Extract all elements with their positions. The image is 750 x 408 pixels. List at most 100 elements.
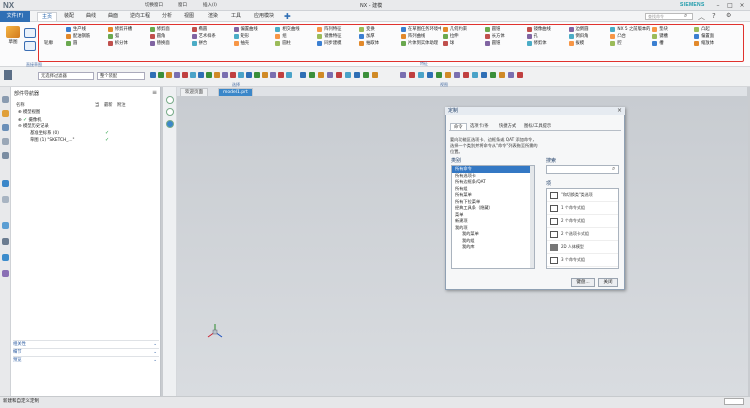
column-header-notes[interactable]: 附注: [117, 102, 126, 108]
tab-model1[interactable]: model1.prt: [218, 88, 253, 96]
close-icon[interactable]: ×: [736, 1, 748, 10]
roles-circle-icon[interactable]: [166, 120, 174, 128]
ribbon-command[interactable]: 艺术样条: [191, 33, 232, 40]
ribbon-command[interactable]: 圆柱: [275, 40, 315, 47]
ribbon-command[interactable]: 长方体: [484, 33, 525, 40]
toolbar-tool-icon[interactable]: [517, 72, 523, 78]
ribbon-command[interactable]: 同步建模: [317, 40, 357, 47]
ribbon-command[interactable]: 镜像特征: [317, 33, 357, 40]
roles-icon[interactable]: [2, 254, 9, 261]
tree-item-sketch[interactable]: 草图 (1) "SKETCH_...": [30, 138, 74, 144]
ribbon-command[interactable]: 加厚: [359, 33, 399, 40]
toolbar-tool-icon[interactable]: [418, 72, 424, 78]
add-tab-icon[interactable]: ✚: [284, 12, 291, 21]
toolbar-tool-icon[interactable]: [372, 72, 378, 78]
column-header-name[interactable]: 名称: [16, 102, 25, 108]
ribbon-command[interactable]: 槽: [652, 40, 692, 47]
list-item[interactable]: 3 个命令式组: [547, 254, 618, 267]
column-header-current[interactable]: 当: [95, 102, 99, 108]
tab-icons-tooltips[interactable]: 图标/工具提示: [521, 123, 554, 130]
ribbon-command[interactable]: 垫块: [652, 26, 692, 33]
toolbar-tool-icon[interactable]: [436, 72, 442, 78]
ribbon-command[interactable]: 相交曲线: [275, 26, 315, 33]
ribbon-command[interactable]: 键槽: [652, 33, 692, 40]
clock-circle-icon[interactable]: [166, 108, 174, 116]
toolbar-tool-icon[interactable]: [481, 72, 487, 78]
selection-scope-select[interactable]: 整个装配: [97, 72, 145, 80]
toolbar-tool-icon[interactable]: [182, 72, 188, 78]
tab-home[interactable]: 主页: [37, 12, 58, 21]
ribbon-command[interactable]: 偏置面: [694, 33, 734, 40]
tab-assembly[interactable]: 装配: [60, 12, 78, 21]
toolbar-tool-icon[interactable]: [230, 72, 236, 78]
toolbar-tool-icon[interactable]: [472, 72, 478, 78]
ribbon-command[interactable]: 阵列曲线: [401, 33, 441, 40]
toolbar-tool-icon[interactable]: [318, 72, 324, 78]
toolbar-tool-icon[interactable]: [336, 72, 342, 78]
toolbar-tool-icon[interactable]: [190, 72, 196, 78]
ribbon-command[interactable]: 抽取体: [359, 40, 399, 47]
category-list[interactable]: 所有命令 所有选项卡 所有边框条/QAT 所有组 所有菜单 所有下拉菜单 经典工…: [451, 165, 535, 269]
clock-icon[interactable]: [2, 222, 9, 229]
toolbar-tool-icon[interactable]: [463, 72, 469, 78]
sketch-button[interactable]: 草图: [3, 26, 23, 45]
toolbar-tool-icon[interactable]: [490, 72, 496, 78]
tab-curve[interactable]: 曲线: [82, 12, 100, 21]
reuse-library-icon[interactable]: [2, 138, 9, 145]
ribbon-command[interactable]: 椭圆: [191, 26, 232, 33]
ribbon-command[interactable]: 圆: [66, 40, 106, 47]
toolbar-tool-icon[interactable]: [222, 72, 228, 78]
ribbon-command[interactable]: 几何约束: [442, 26, 483, 33]
ribbon-command[interactable]: 生产线: [66, 26, 106, 33]
list-item[interactable]: "和切换类"类选项: [547, 189, 618, 202]
ribbon-command[interactable]: 拼合: [191, 40, 232, 47]
dialog-search-input[interactable]: [546, 165, 619, 174]
toolbar-tool-icon[interactable]: [427, 72, 433, 78]
toolbar-tool-icon[interactable]: [499, 72, 505, 78]
toolbar-tool-icon[interactable]: [198, 72, 204, 78]
tab-reverse-engineering[interactable]: 逆向工程: [126, 12, 154, 21]
toolbar-tool-icon[interactable]: [270, 72, 276, 78]
tree-item-model-views[interactable]: ⊕ 模型视图: [18, 110, 40, 116]
toolbar-tool-icon[interactable]: [300, 72, 306, 78]
ribbon-command[interactable]: 拆分体: [107, 40, 148, 47]
profile-icon[interactable]: [24, 28, 36, 38]
tab-tools[interactable]: 工具: [227, 12, 245, 21]
panel-preview[interactable]: 预览 ⌄: [13, 356, 159, 363]
ribbon-command[interactable]: 拉伸: [442, 33, 483, 40]
ribbon-command[interactable]: 边倒圆: [568, 26, 609, 33]
web-browser-icon[interactable]: [2, 180, 9, 187]
switch-window-button[interactable]: 切换窗口: [145, 2, 163, 9]
ribbon-command[interactable]: 修剪开槽: [107, 26, 148, 33]
tab-tabs-bars[interactable]: 选项卡/条: [467, 123, 492, 130]
keyboard-button[interactable]: 键盘...: [571, 278, 595, 287]
tab-welcome[interactable]: 欢迎页面: [180, 88, 208, 96]
command-list[interactable]: "和切换类"类选项 1 个命令式组 2 个命令式组 2 个选项卡式组 2D 人体…: [546, 188, 619, 269]
minimize-icon[interactable]: –: [712, 1, 724, 10]
line-icon[interactable]: [24, 41, 36, 51]
toolbar-tool-icon[interactable]: [246, 72, 252, 78]
tab-surface[interactable]: 曲面: [104, 12, 122, 21]
toolbar-tool-icon[interactable]: [309, 72, 315, 78]
ribbon-command[interactable]: 抽壳: [233, 40, 274, 47]
toolbar-tool-icon[interactable]: [278, 72, 284, 78]
column-header-latest[interactable]: 最新: [104, 102, 113, 108]
search-icon[interactable]: ⌕: [684, 12, 687, 20]
toolbar-tool-icon[interactable]: [158, 72, 164, 78]
ribbon-command[interactable]: 圆锥: [484, 40, 525, 47]
ribbon-command[interactable]: 修剪体: [526, 40, 567, 47]
panel-dependencies[interactable]: 相关性 ⌄: [13, 340, 159, 347]
toolbar-tool-icon[interactable]: [409, 72, 415, 78]
ribbon-command[interactable]: 圆角: [149, 33, 190, 40]
toolbar-tool-icon[interactable]: [327, 72, 333, 78]
ribbon-command[interactable]: 变换: [359, 26, 399, 33]
toolbar-tool-icon[interactable]: [286, 72, 292, 78]
toolbar-tool-icon[interactable]: [363, 72, 369, 78]
search-icon[interactable]: ⌕: [612, 165, 615, 173]
ribbon-command[interactable]: 倒斜角: [568, 33, 609, 40]
ribbon-command[interactable]: 腔: [610, 40, 650, 47]
hd3d-icon[interactable]: [2, 152, 9, 159]
ribbon-command[interactable]: 拔模: [568, 40, 609, 47]
toolbar-tool-icon[interactable]: [400, 72, 406, 78]
toolbar-tool-icon[interactable]: [238, 72, 244, 78]
